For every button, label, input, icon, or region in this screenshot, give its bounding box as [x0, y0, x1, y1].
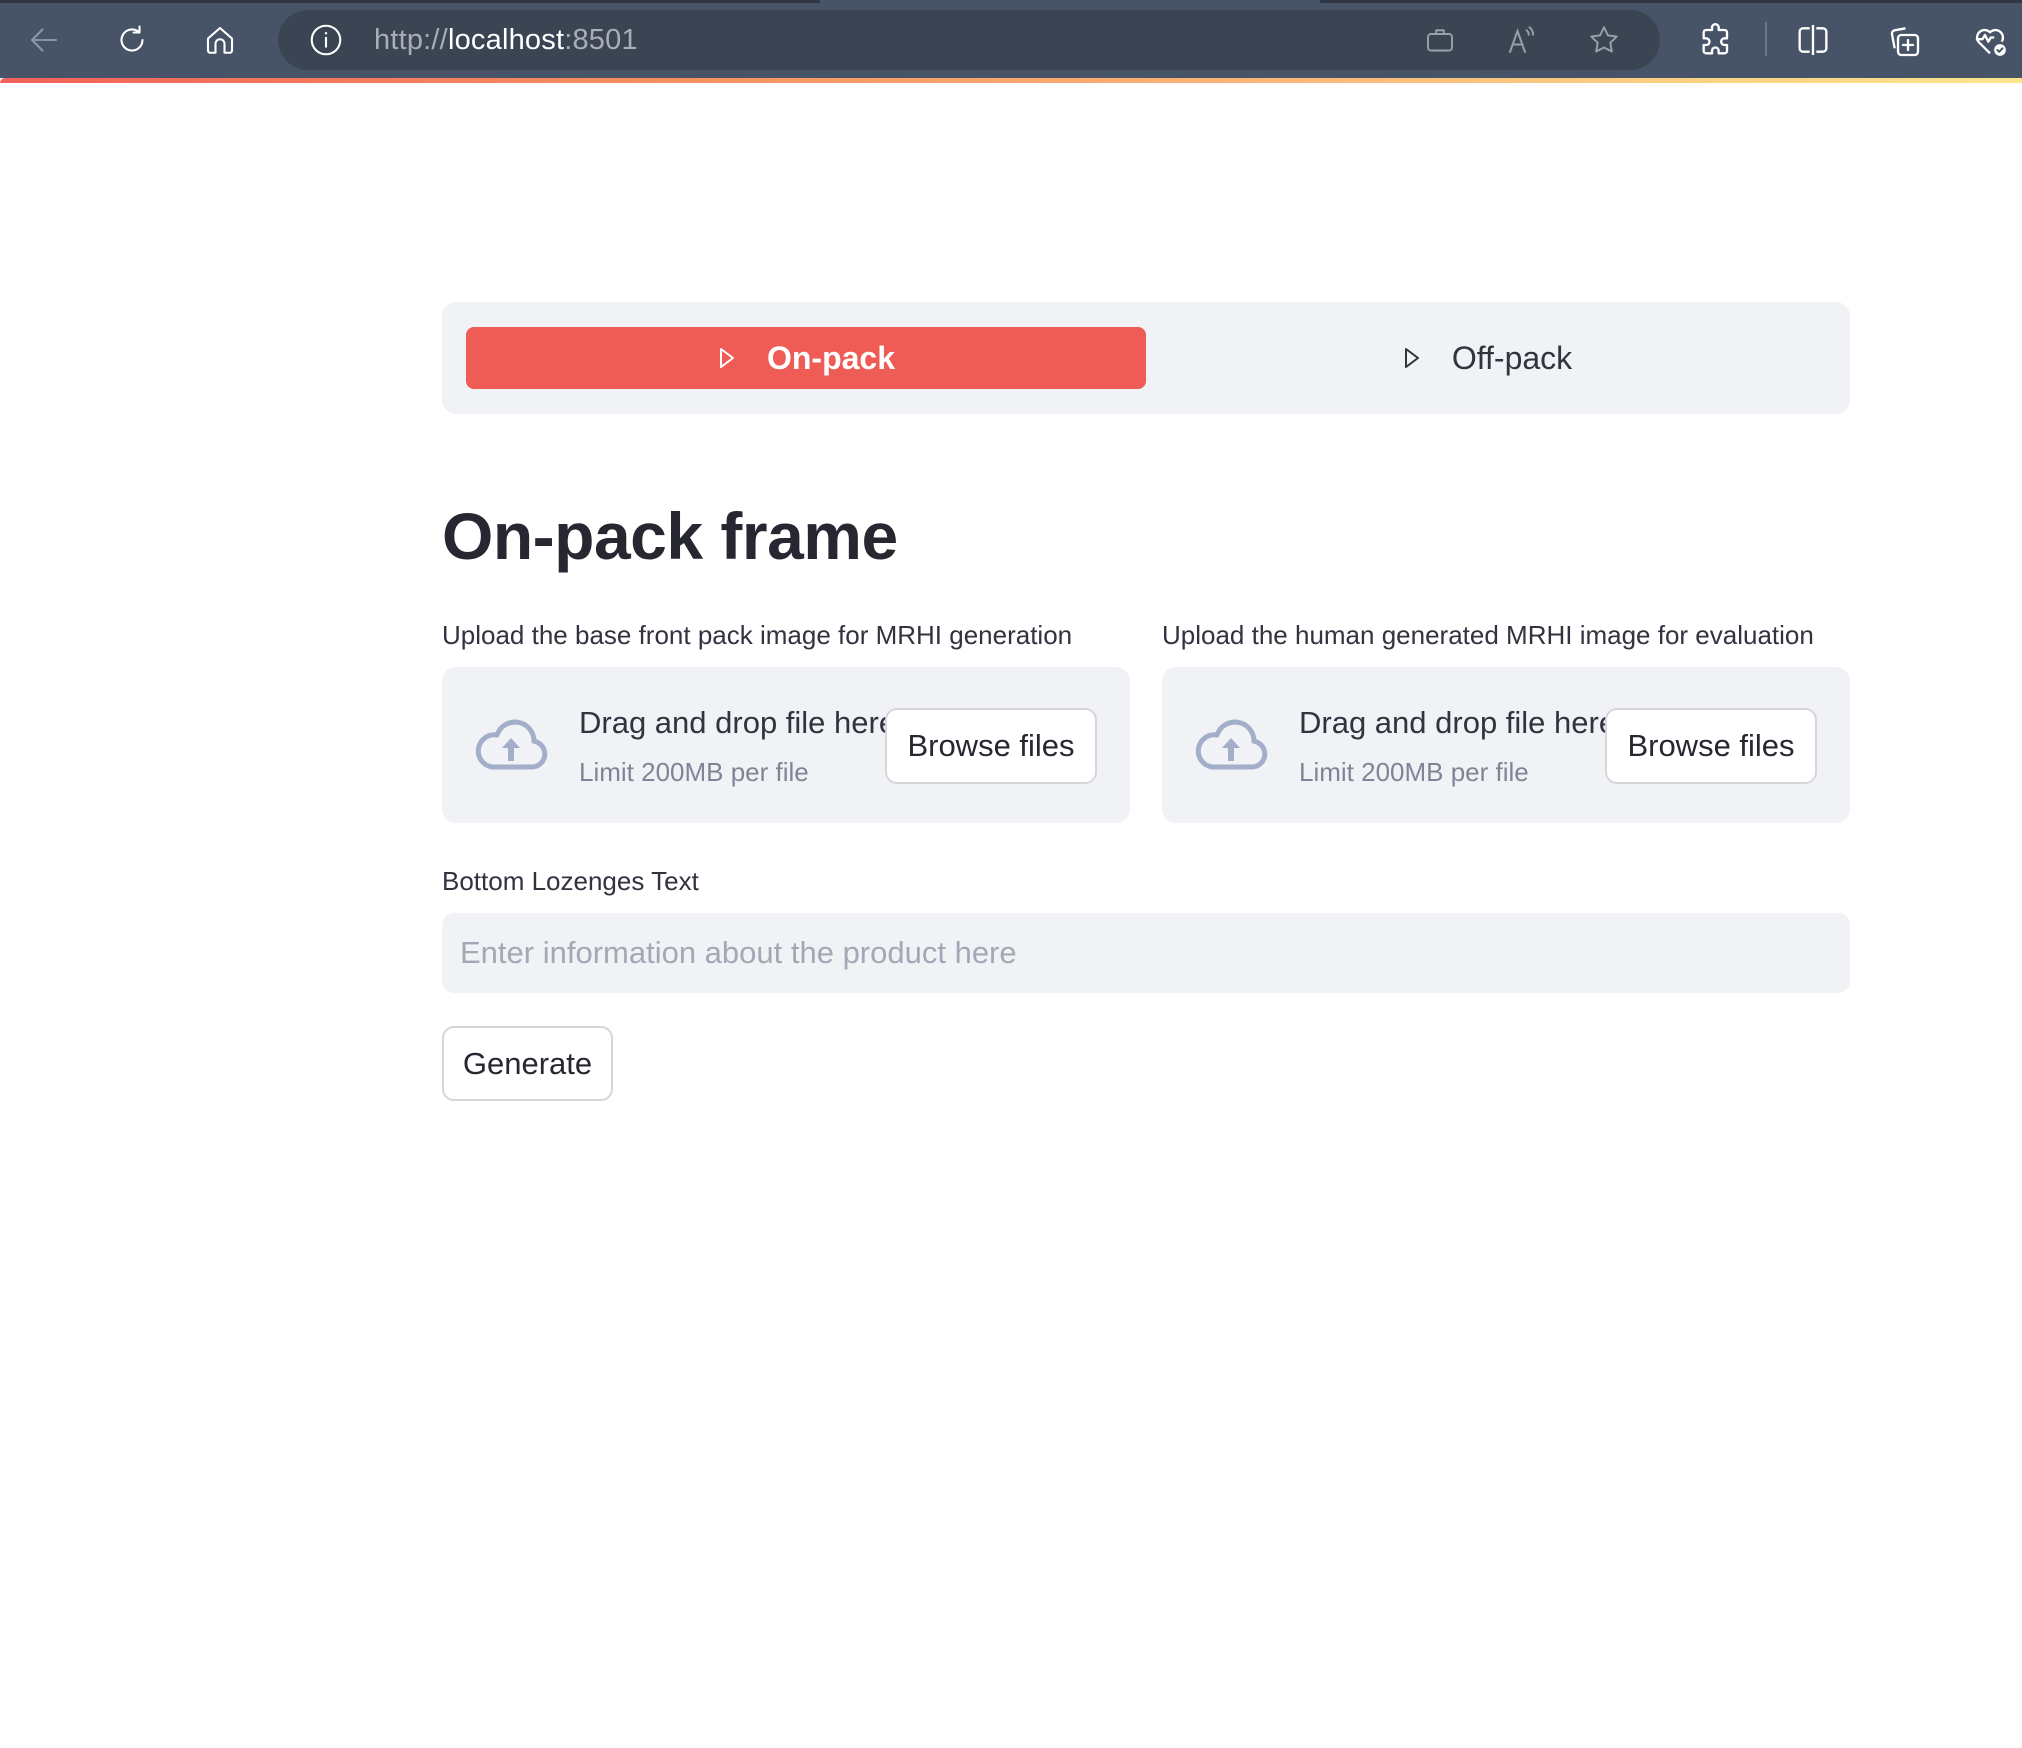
generate-button[interactable]: Generate — [442, 1026, 613, 1101]
address-bar[interactable]: http://localhost:8501 — [278, 10, 1660, 70]
collections-add-icon[interactable] — [1883, 20, 1923, 60]
drag-drop-text: Drag and drop file here — [579, 705, 897, 740]
url-host: localhost — [447, 24, 565, 56]
tab-off-pack[interactable]: Off-pack — [1147, 327, 1827, 389]
drag-drop-text: Drag and drop file here — [1299, 705, 1617, 740]
toolbar-separator — [1765, 22, 1767, 56]
home-button[interactable] — [194, 14, 246, 66]
play-outline-icon — [1404, 348, 1419, 368]
browse-files-button[interactable]: Browse files — [885, 708, 1097, 784]
tab-on-pack[interactable]: On-pack — [466, 327, 1146, 389]
tab-label: On-pack — [766, 340, 896, 376]
star-icon[interactable] — [1586, 22, 1622, 58]
url-text[interactable]: http://localhost:8501 — [374, 24, 638, 56]
cloud-upload-icon — [1195, 719, 1268, 770]
cloud-upload-icon — [475, 719, 548, 770]
app-loading-decoration — [0, 78, 2022, 83]
lozenges-label: Bottom Lozenges Text — [442, 866, 699, 896]
play-outline-icon — [719, 348, 734, 368]
browse-files-button[interactable]: Browse files — [1605, 708, 1817, 784]
reload-button[interactable] — [106, 14, 158, 66]
tab-label: Off-pack — [1451, 340, 1573, 376]
uploader-label-base-pack: Upload the base front pack image for MRH… — [442, 620, 1073, 650]
url-port: :8501 — [564, 24, 638, 56]
split-screen-icon[interactable] — [1793, 20, 1833, 60]
home-icon — [206, 26, 234, 54]
file-uploader-human-mrhi[interactable]: Drag and drop file here Limit 200MB per … — [1162, 667, 1850, 823]
page-nav: On-pack Off-pack — [442, 302, 1850, 414]
page-title: On-pack frame — [442, 499, 898, 573]
tab-strip-edge — [0, 0, 2022, 3]
back-button[interactable] — [18, 14, 70, 66]
briefcase-icon[interactable] — [1422, 22, 1458, 58]
puzzle-icon[interactable] — [1697, 20, 1737, 60]
lozenges-text-input[interactable] — [442, 913, 1850, 993]
reload-icon — [120, 25, 144, 52]
arrow-left-icon — [30, 28, 58, 52]
uploader-label-human-mrhi: Upload the human generated MRHI image fo… — [1162, 620, 1814, 650]
read-aloud-icon[interactable] — [1504, 22, 1540, 58]
file-uploader-base-pack[interactable]: Drag and drop file here Limit 200MB per … — [442, 667, 1130, 823]
heart-pulse-check-icon[interactable] — [1970, 20, 2010, 60]
info-circle-icon[interactable] — [308, 22, 344, 58]
file-limit-text: Limit 200MB per file — [579, 757, 809, 787]
url-scheme: http:// — [374, 24, 448, 56]
browser-toolbar: http://localhost:8501 — [0, 0, 2022, 78]
file-limit-text: Limit 200MB per file — [1299, 757, 1529, 787]
